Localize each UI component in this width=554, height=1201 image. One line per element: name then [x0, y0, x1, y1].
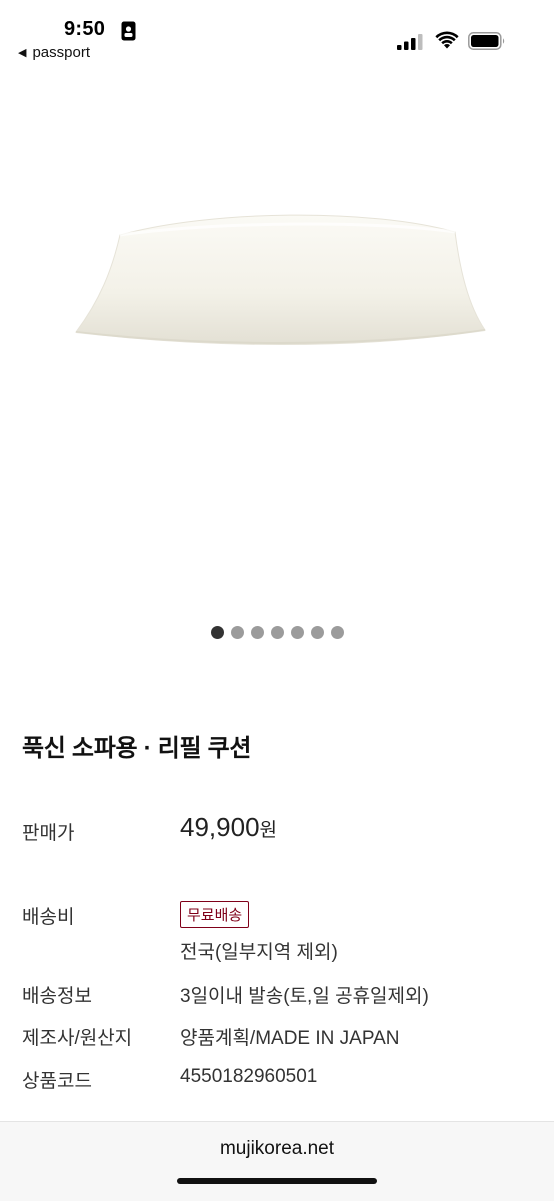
price-unit: 원 [259, 820, 278, 841]
maker-value: 양품계획/MADE IN JAPAN [180, 1028, 400, 1049]
status-bar: 9:50 ◀ passport [0, 0, 554, 70]
back-label: passport [32, 44, 91, 61]
product-image[interactable] [0, 90, 554, 610]
carousel-dot[interactable] [330, 626, 344, 639]
shipping-info-value: 3일이내 발송(토,일 공휴일제외) [180, 986, 429, 1007]
back-arrow-icon: ◀ [18, 47, 27, 59]
price-label: 판매가 [22, 823, 75, 844]
carousel-dot[interactable] [210, 626, 224, 639]
carousel-dot[interactable] [250, 626, 264, 639]
browser-address-bar[interactable] [0, 1121, 554, 1201]
address-url[interactable]: mujikorea.net [0, 1138, 554, 1160]
back-to-app-link[interactable]: ◀ passport [18, 44, 90, 61]
wifi-icon [435, 31, 459, 49]
carousel-dot[interactable] [310, 626, 324, 639]
carousel-dot[interactable] [270, 626, 284, 639]
cellular-signal-icon [397, 34, 423, 50]
price-amount: 49,900 [180, 812, 260, 842]
product-title: 푹신 소파용 · 리필 쿠션 [22, 735, 252, 762]
price-value: 49,900원 [180, 812, 277, 843]
product-code-value: 4550182960501 [180, 1066, 318, 1087]
battery-icon [468, 32, 505, 50]
shipping-fee-note: 전국(일부지역 제외) [180, 942, 338, 963]
maker-label: 제조사/원산지 [22, 1028, 133, 1049]
carousel-dot[interactable] [290, 626, 304, 639]
status-time: 9:50 [64, 18, 106, 40]
shipping-fee-label: 배송비 [22, 907, 75, 928]
home-indicator[interactable] [177, 1178, 377, 1184]
carousel-dot[interactable] [230, 626, 244, 639]
free-shipping-badge: 무료배송 [180, 901, 250, 928]
cushion-illustration [75, 214, 486, 345]
carousel-indicator [0, 626, 554, 639]
product-code-label: 상품코드 [22, 1071, 92, 1092]
contact-badge-icon [121, 21, 136, 41]
shipping-info-label: 배송정보 [22, 986, 92, 1007]
